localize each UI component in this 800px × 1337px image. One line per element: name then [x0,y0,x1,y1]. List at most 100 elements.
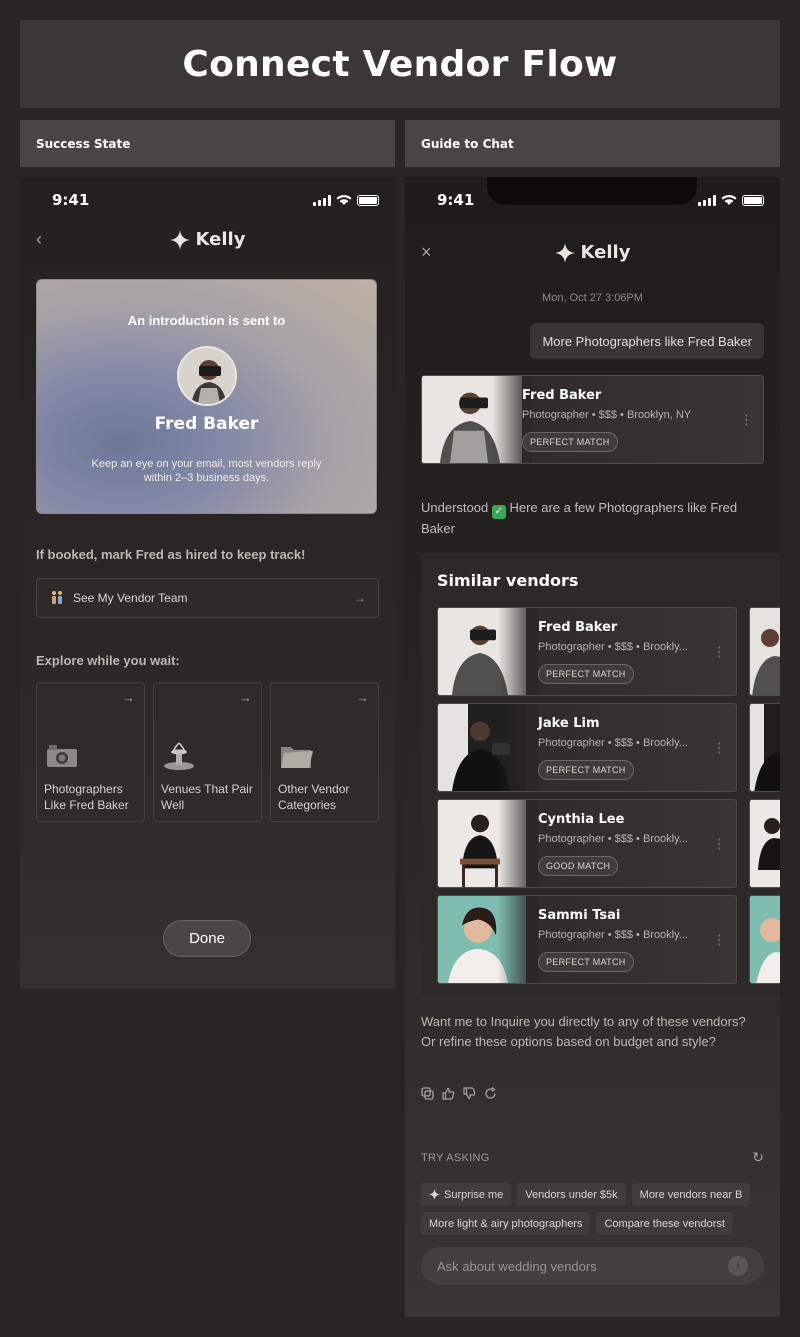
wifi-icon [721,195,737,205]
arrow-right-icon: → [356,690,369,705]
send-icon[interactable]: ↑ [728,1256,748,1276]
arrow-right-icon: → [239,690,252,705]
battery-icon [742,194,764,206]
vendor-meta: Photographer • $$$ • Brookly... [538,929,688,941]
vendor-team-label: See My Vendor Team [73,591,188,605]
success-state-screen: 9:41 ‹ Kelly An introduction is sent to … [20,177,395,989]
similar-vendors-title: Similar vendors [437,571,579,590]
tile-photographers[interactable]: → Photographers Like Fred Baker [36,682,145,822]
message-timestamp: Mon, Oct 27 3:06PM [542,292,643,304]
more-options-icon[interactable]: ⋮ [713,740,726,756]
copy-icon[interactable] [421,1087,434,1103]
tile-label: Other Vendor Categories [278,782,350,812]
see-vendor-team-button[interactable]: See My Vendor Team → [36,578,379,618]
vendor-meta: Photographer • $$$ • Brookly... [538,641,688,653]
suggestion-chip[interactable]: More light & airy photographers [421,1212,591,1235]
more-options-icon[interactable]: ⋮ [713,836,726,852]
match-badge: PERFECT MATCH [538,664,634,684]
suggestion-chip[interactable]: More vendors near B [631,1183,751,1206]
sparkle-icon [554,242,575,263]
hired-hint: If booked, mark Fred as hired to keep tr… [36,547,306,562]
folder-icon [281,747,313,768]
section-success-state: Success State [20,120,395,167]
tile-label: Venues That Pair Well [161,782,253,812]
suggestion-chip[interactable]: Surprise me [421,1183,512,1206]
vendor-meta: Photographer • $$$ • Brooklyn, NY [522,409,692,421]
assistant-name: Kelly [195,229,246,250]
assistant-reply: Understood ✓ Here are a few Photographer… [421,498,766,539]
similar-card[interactable]: Sammi Tsai Photographer • $$$ • Brookly.… [437,895,737,984]
vendor-avatar [177,346,237,406]
status-time: 9:41 [437,191,475,209]
user-message: More Photographers like Fred Baker [530,323,764,359]
similar-card[interactable]: Jake Lim Photographer • $$$ • Brookly...… [437,703,737,792]
sparkle-icon [169,229,190,250]
next-card-peek [749,799,780,888]
thumbs-up-icon[interactable] [442,1087,455,1103]
match-badge: PERFECT MATCH [538,760,634,780]
next-card-peek [749,607,780,696]
tile-venues[interactable]: → Venues That Pair Well [153,682,262,822]
more-options-icon[interactable]: ⋮ [740,412,753,428]
chip-label: Vendors under $5k [525,1188,618,1201]
more-options-icon[interactable]: ⋮ [713,932,726,948]
chip-label: Compare these vendorst [604,1217,725,1230]
thumbs-down-icon[interactable] [463,1087,476,1103]
vendor-name: Sammi Tsai [538,908,621,923]
vendor-meta: Photographer • $$$ • Brookly... [538,833,688,845]
page-title: Connect Vendor Flow [182,43,618,85]
assistant-name: Kelly [580,242,631,263]
sparkle-icon [429,1189,440,1200]
wifi-icon [336,195,352,205]
vendor-card-fred-baker[interactable]: Fred Baker Photographer • $$$ • Brooklyn… [421,375,764,464]
next-card-peek [749,703,780,792]
chat-input[interactable]: Ask about wedding vendors ↑ [421,1247,764,1285]
vendor-name: Jake Lim [538,716,600,731]
intro-note: Keep an eye on your email, most vendors … [91,458,322,484]
tile-other-categories[interactable]: → Other Vendor Categories [270,682,379,822]
try-asking-label: TRY ASKING [421,1152,490,1164]
match-badge: PERFECT MATCH [522,432,618,452]
status-time: 9:41 [52,191,90,209]
chip-label: More vendors near B [639,1188,743,1201]
vendor-name: Fred Baker [154,414,259,434]
battery-icon [357,194,379,206]
close-icon[interactable]: × [421,242,432,263]
vendor-name: Fred Baker [538,620,618,635]
suggestion-chip[interactable]: Compare these vendorst [596,1212,733,1235]
regenerate-icon[interactable] [484,1087,497,1103]
tile-label: Photographers Like Fred Baker [44,782,129,812]
message-actions [421,1087,497,1103]
guide-to-chat-screen: 9:41 × Kelly Mon, Oct 27 3:06PM More Pho… [405,177,780,1317]
explore-label: Explore while you wait: [36,653,180,668]
more-options-icon[interactable]: ⋮ [713,644,726,660]
assistant-followup: Want me to Inquire you directly to any o… [421,1014,746,1049]
explore-tiles: → Photographers Like Fred Baker → Venues… [36,682,379,822]
status-bar: 9:41 [437,191,764,209]
camera-icon [47,745,77,767]
match-badge: GOOD MATCH [538,856,619,876]
people-icon [49,589,65,608]
vendor-name: Cynthia Lee [538,812,625,827]
suggestion-chip[interactable]: Vendors under $5k [517,1183,626,1206]
similar-card[interactable]: Cynthia Lee Photographer • $$$ • Brookly… [437,799,737,888]
done-button[interactable]: Done [163,920,251,957]
refresh-icon[interactable]: ↻ [752,1149,764,1166]
introduction-card: An introduction is sent to Fred Baker Ke… [36,279,377,514]
signal-icon [313,194,331,206]
checkmark-icon: ✓ [491,505,506,519]
next-card-peek [749,895,780,984]
status-bar: 9:41 [52,191,379,209]
similar-card[interactable]: Fred Baker Photographer • $$$ • Brookly.… [437,607,737,696]
suggestion-chips-row-1: Surprise me Vendors under $5k More vendo… [421,1183,780,1206]
chat-header: ‹ Kelly [20,229,395,250]
chat-input-placeholder: Ask about wedding vendors [437,1258,597,1274]
back-chevron-icon[interactable]: ‹ [36,229,42,250]
chip-label: More light & airy photographers [429,1217,583,1230]
signal-icon [698,194,716,206]
fountain-icon [164,742,194,770]
section-guide-to-chat: Guide to Chat [405,120,780,167]
arrow-right-icon: → [354,591,366,605]
reply-lead: Understood [421,500,489,515]
vendor-meta: Photographer • $$$ • Brookly... [538,737,688,749]
